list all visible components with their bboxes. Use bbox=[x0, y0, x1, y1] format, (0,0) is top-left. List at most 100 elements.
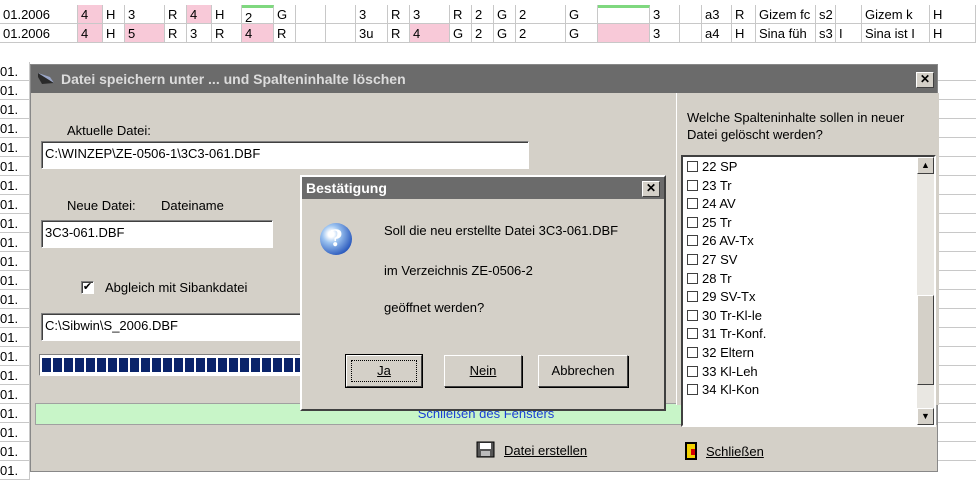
table-cell[interactable]: G bbox=[450, 24, 472, 43]
row-date-cell[interactable]: 01. bbox=[0, 404, 30, 423]
column-checkbox[interactable] bbox=[687, 309, 698, 321]
table-cell[interactable]: s2 bbox=[816, 5, 836, 24]
table-cell[interactable]: R bbox=[212, 24, 242, 43]
table-cell[interactable]: R bbox=[450, 5, 472, 24]
table-cell[interactable]: H bbox=[103, 5, 125, 24]
column-checkbox[interactable] bbox=[687, 216, 698, 228]
row-date-cell[interactable]: 01. bbox=[0, 214, 30, 233]
table-cell[interactable] bbox=[680, 5, 702, 24]
list-item[interactable]: 25 Tr bbox=[687, 215, 732, 230]
table-cell[interactable]: 3 bbox=[650, 5, 680, 24]
list-item[interactable]: 32 Eltern bbox=[687, 345, 754, 360]
table-cell[interactable] bbox=[598, 5, 650, 24]
row-date-cell[interactable]: 01. bbox=[0, 195, 30, 214]
list-item[interactable]: 24 AV bbox=[687, 196, 736, 211]
table-cell[interactable]: 4 bbox=[242, 24, 274, 43]
table-cell[interactable] bbox=[326, 5, 356, 24]
list-item[interactable]: 22 SP bbox=[687, 159, 737, 174]
yes-button[interactable]: Ja bbox=[345, 354, 423, 388]
create-file-button[interactable]: Datei erstellen bbox=[476, 441, 587, 459]
row-date-cell[interactable]: 01. bbox=[0, 290, 30, 309]
new-filename-input[interactable]: 3C3-061.DBF bbox=[41, 220, 273, 248]
table-cell[interactable]: R bbox=[165, 24, 187, 43]
table-cell[interactable]: 4 bbox=[187, 5, 212, 24]
list-item[interactable]: 28 Tr bbox=[687, 271, 732, 286]
list-item[interactable]: 31 Tr-Konf. bbox=[687, 326, 766, 341]
table-cell[interactable]: R bbox=[274, 24, 296, 43]
row-date-cell[interactable]: 01. bbox=[0, 138, 30, 157]
table-cell[interactable]: R bbox=[388, 5, 410, 24]
list-item[interactable]: 29 SV-Tx bbox=[687, 289, 755, 304]
table-cell[interactable]: 01.2006 bbox=[0, 24, 78, 43]
list-item[interactable]: 27 SV bbox=[687, 252, 737, 267]
table-cell[interactable]: G bbox=[274, 5, 296, 24]
column-checkbox[interactable] bbox=[687, 328, 698, 340]
table-cell[interactable]: 2 bbox=[516, 5, 566, 24]
confirm-titlebar[interactable]: Bestätigung bbox=[302, 177, 664, 199]
row-date-cell[interactable]: 01. bbox=[0, 119, 30, 138]
table-cell[interactable]: G bbox=[494, 5, 516, 24]
close-icon[interactable]: ✕ bbox=[916, 72, 934, 88]
no-button[interactable]: Nein bbox=[444, 355, 522, 387]
table-cell[interactable]: 01.2006 bbox=[0, 5, 78, 24]
current-file-field[interactable]: C:\WINZEP\ZE-0506-1\3C3-061.DBF bbox=[41, 141, 529, 169]
table-cell[interactable]: 3 bbox=[356, 5, 388, 24]
column-checkbox[interactable] bbox=[687, 365, 698, 377]
row-date-cell[interactable]: 01. bbox=[0, 423, 30, 442]
table-cell[interactable]: H bbox=[732, 24, 756, 43]
list-item[interactable]: 30 Tr-Kl-le bbox=[687, 308, 762, 323]
list-item[interactable]: 26 AV-Tx bbox=[687, 233, 754, 248]
table-cell[interactable]: 3 bbox=[187, 24, 212, 43]
list-item[interactable]: 23 Tr bbox=[687, 178, 732, 193]
column-checkbox[interactable] bbox=[687, 179, 698, 191]
sibank-path-field[interactable]: C:\Sibwin\S_2006.DBF bbox=[41, 313, 303, 341]
table-cell[interactable]: s3 bbox=[816, 24, 836, 43]
table-cell[interactable]: R bbox=[732, 5, 756, 24]
table-cell[interactable] bbox=[680, 24, 702, 43]
row-date-cell[interactable]: 01. bbox=[0, 461, 30, 480]
table-cell[interactable]: 5 bbox=[125, 24, 165, 43]
column-checkbox[interactable] bbox=[687, 347, 698, 358]
table-cell[interactable]: 4 bbox=[410, 24, 450, 43]
row-date-cell[interactable]: 01. bbox=[0, 309, 30, 328]
list-scrollbar[interactable]: ▲ ▼ bbox=[917, 157, 934, 425]
table-cell[interactable]: G bbox=[566, 5, 598, 24]
table-cell[interactable]: 3 bbox=[410, 5, 450, 24]
list-item[interactable]: 33 Kl-Leh bbox=[687, 364, 758, 379]
table-cell[interactable]: a4 bbox=[702, 24, 732, 43]
table-cell[interactable]: H bbox=[930, 24, 976, 43]
table-cell[interactable]: H bbox=[103, 24, 125, 43]
close-icon[interactable]: ✕ bbox=[642, 181, 660, 197]
table-cell[interactable]: I bbox=[836, 24, 862, 43]
column-checkbox[interactable] bbox=[687, 161, 698, 172]
table-cell[interactable] bbox=[598, 24, 650, 43]
table-cell[interactable]: R bbox=[388, 24, 410, 43]
table-cell[interactable] bbox=[326, 24, 356, 43]
column-checkbox[interactable] bbox=[687, 291, 698, 303]
table-cell[interactable]: Sina füh bbox=[756, 24, 816, 43]
table-cell[interactable]: 4 bbox=[78, 24, 103, 43]
row-date-cell[interactable]: 01. bbox=[0, 366, 30, 385]
row-date-cell[interactable]: 01. bbox=[0, 347, 30, 366]
column-checkbox[interactable] bbox=[687, 235, 698, 247]
scroll-up-icon[interactable]: ▲ bbox=[917, 157, 934, 174]
column-checkbox[interactable] bbox=[687, 384, 698, 396]
table-cell[interactable] bbox=[296, 24, 326, 43]
row-date-cell[interactable]: 01. bbox=[0, 385, 30, 404]
table-cell[interactable] bbox=[296, 5, 326, 24]
table-cell[interactable]: G bbox=[494, 24, 516, 43]
table-cell[interactable]: a3 bbox=[702, 5, 732, 24]
scroll-thumb[interactable] bbox=[917, 295, 934, 385]
table-cell[interactable] bbox=[836, 5, 862, 24]
table-cell[interactable]: 2 bbox=[472, 24, 494, 43]
table-cell[interactable]: 2 bbox=[472, 5, 494, 24]
column-checkbox[interactable] bbox=[687, 272, 698, 284]
row-date-cell[interactable]: 01. bbox=[0, 100, 30, 119]
row-date-cell[interactable]: 01. bbox=[0, 442, 30, 461]
row-date-cell[interactable]: 01. bbox=[0, 176, 30, 195]
table-cell[interactable]: Gizem fc bbox=[756, 5, 816, 24]
row-date-cell[interactable]: 01. bbox=[0, 81, 30, 100]
table-cell[interactable]: 2 bbox=[516, 24, 566, 43]
row-date-cell[interactable]: 01. bbox=[0, 252, 30, 271]
table-cell[interactable]: Gizem k bbox=[862, 5, 930, 24]
